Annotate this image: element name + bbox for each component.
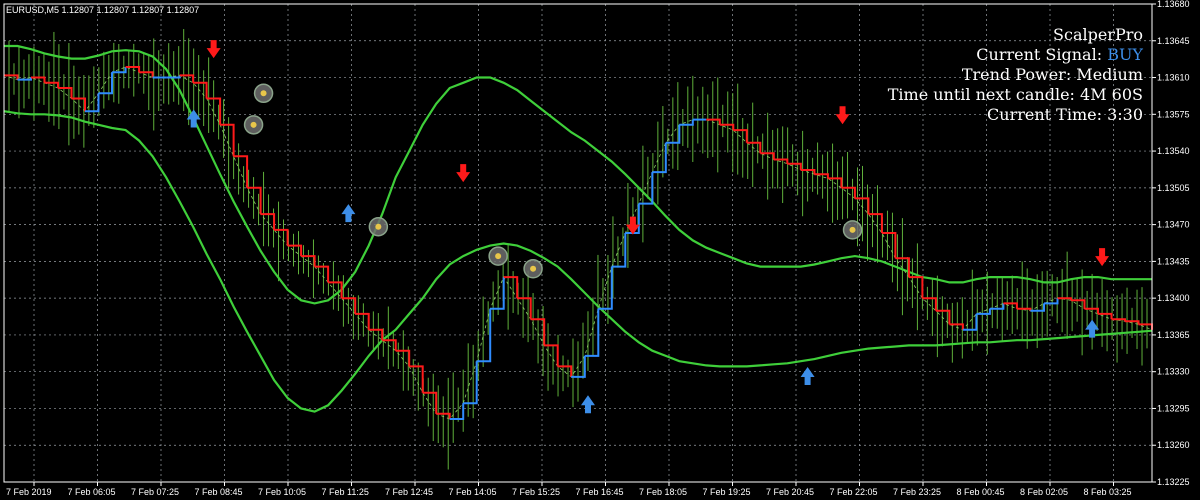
y-tick-label: 1.13435 xyxy=(1157,256,1190,266)
signal-dot xyxy=(849,226,856,233)
symbol-header: EURUSD,M5 1.12807 1.12807 1.12807 1.1280… xyxy=(6,5,199,15)
signal-dot xyxy=(375,223,382,230)
x-tick-label: 7 Feb 11:25 xyxy=(322,487,369,497)
price-chart[interactable]: 1.13680 1.13645 1.13610 1.13575 1.13540 1.135… xyxy=(0,0,1200,500)
x-tick-label: 7 Feb 08:45 xyxy=(195,487,243,497)
x-tick-label: 7 Feb 15:25 xyxy=(512,487,560,497)
x-tick-label: 7 Feb 23:25 xyxy=(893,487,941,497)
y-tick-label: 1.13575 xyxy=(1157,109,1190,119)
y-tick-label: 1.13400 xyxy=(1157,293,1190,303)
y-tick-label: 1.13470 xyxy=(1157,220,1190,230)
current-signal-label: Current Signal: xyxy=(976,45,1107,64)
x-tick-label: 7 Feb 20:45 xyxy=(766,487,814,497)
x-tick-label: 7 Feb 19:25 xyxy=(703,487,751,497)
signal-dot xyxy=(260,90,267,97)
x-tick-label: 8 Feb 02:05 xyxy=(1020,487,1068,497)
x-tick-label: 7 Feb 07:25 xyxy=(131,487,179,497)
x-tick-label: 8 Feb 00:45 xyxy=(957,487,1005,497)
x-tick-label: 7 Feb 16:45 xyxy=(576,487,624,497)
current-signal: Current Signal: BUY xyxy=(976,45,1143,64)
x-tick-label: 7 Feb 18:05 xyxy=(639,487,687,497)
y-tick-label: 1.13540 xyxy=(1157,146,1190,156)
y-tick-label: 1.13330 xyxy=(1157,367,1190,377)
x-tick-label: 7 Feb 10:05 xyxy=(258,487,306,497)
current-time: Current Time: 3:30 xyxy=(987,105,1143,124)
info-title: ScalperPro xyxy=(1053,25,1143,44)
current-signal-value: BUY xyxy=(1107,45,1143,64)
x-tick-label: 8 Feb 03:25 xyxy=(1084,487,1132,497)
y-tick-label: 1.13295 xyxy=(1157,403,1190,413)
y-tick-label: 1.13680 xyxy=(1157,0,1190,9)
y-tick-label: 1.13260 xyxy=(1157,440,1190,450)
x-tick-label: 7 Feb 14:05 xyxy=(449,487,497,497)
signal-dot xyxy=(495,253,502,260)
signal-dot xyxy=(530,265,537,272)
x-tick-label: 7 Feb 06:05 xyxy=(68,487,116,497)
x-tick-label: 7 Feb 22:05 xyxy=(830,487,878,497)
x-tick-label: 7 Feb 12:45 xyxy=(385,487,433,497)
x-tick-label: 7 Feb 2019 xyxy=(6,487,52,497)
y-tick-label: 1.13365 xyxy=(1157,330,1190,340)
y-tick-label: 1.13225 xyxy=(1157,477,1190,487)
y-tick-label: 1.13505 xyxy=(1157,183,1190,193)
trend-power: Trend Power: Medium xyxy=(962,65,1143,84)
y-tick-label: 1.13645 xyxy=(1157,36,1190,46)
y-tick-label: 1.13610 xyxy=(1157,73,1190,83)
time-until-next-candle: Time until next candle: 4M 60S xyxy=(888,85,1143,104)
signal-dot xyxy=(250,121,257,128)
